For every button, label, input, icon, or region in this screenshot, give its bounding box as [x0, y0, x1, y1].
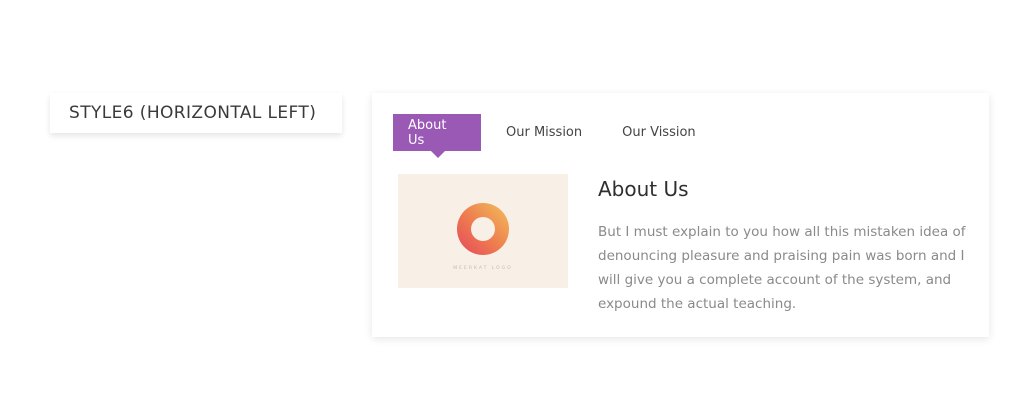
tab-about-us[interactable]: About Us — [393, 114, 481, 158]
about-us-image: MEERKAT LOGO — [398, 174, 568, 288]
tab-list: About Us Our Mission Our Vission — [393, 114, 696, 158]
style-label-text: STYLE6 (HORIZONTAL LEFT) — [69, 103, 317, 123]
tab-our-vission[interactable]: Our Vission — [622, 114, 696, 151]
tab-our-mission[interactable]: Our Mission — [506, 114, 582, 151]
style-label-card: STYLE6 (HORIZONTAL LEFT) — [50, 93, 342, 133]
logo-caption: MEERKAT LOGO — [453, 266, 513, 271]
tabs-panel: About Us Our Mission Our Vission MEERKAT… — [372, 93, 989, 337]
donut-logo-icon — [457, 203, 509, 255]
content-paragraph: But I must explain to you how all this m… — [598, 224, 966, 312]
content-heading: About Us — [598, 177, 689, 201]
